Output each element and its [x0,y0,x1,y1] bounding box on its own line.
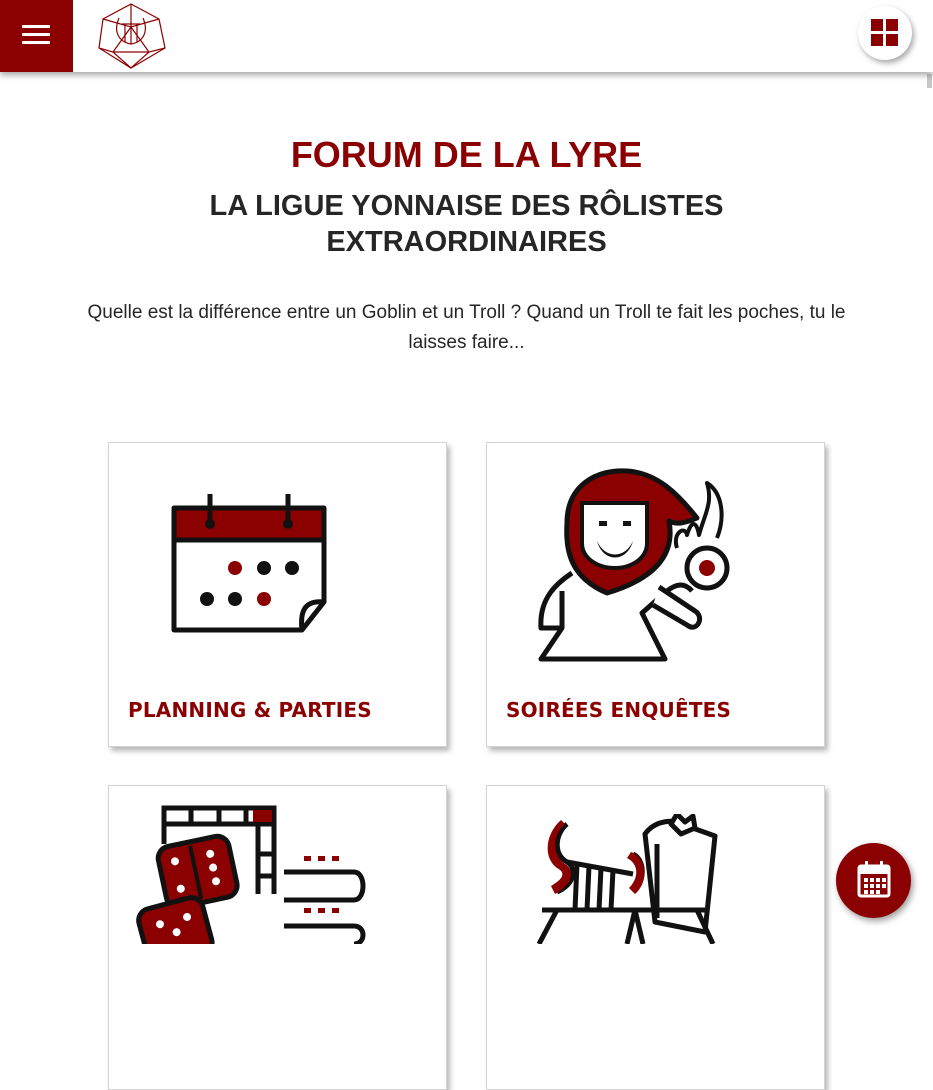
calendar-icon [171,494,327,633]
card-label: PLANNING & PARTIES [128,698,372,722]
hamburger-icon-line [22,41,50,44]
menu-button[interactable] [0,0,73,72]
lyre-logo-icon[interactable] [93,2,169,70]
hamburger-icon-line [22,33,50,36]
page-title: FORUM DE LA LYRE [290,134,643,175]
scrollbar-thumb[interactable] [927,74,932,88]
top-header [0,0,933,72]
calendar-fab-button[interactable] [836,843,911,918]
card-planning[interactable]: PLANNING & PARTIES [108,442,447,747]
apps-button[interactable] [858,6,912,60]
board-game-dice-icon [136,805,366,944]
calendar-icon [857,861,891,898]
card-lyre[interactable] [486,785,825,1090]
wizard-icon [538,468,730,662]
page-subtitle: LA LIGUE YONNAISE DES RÔLISTES EXTRAORDI… [209,190,724,258]
card-label: SOIRÉES ENQUÊTES [506,698,732,722]
joke-tagline: Quelle est la différence entre un Goblin… [87,302,846,353]
card-board-games[interactable] [108,785,447,1090]
grid-icon [871,19,898,46]
lyre-book-icon [537,814,718,944]
scrollbar-track[interactable] [926,73,933,933]
card-soirees-enquetes[interactable]: SOIRÉES ENQUÊTES [486,442,825,747]
hamburger-icon-line [22,25,50,28]
